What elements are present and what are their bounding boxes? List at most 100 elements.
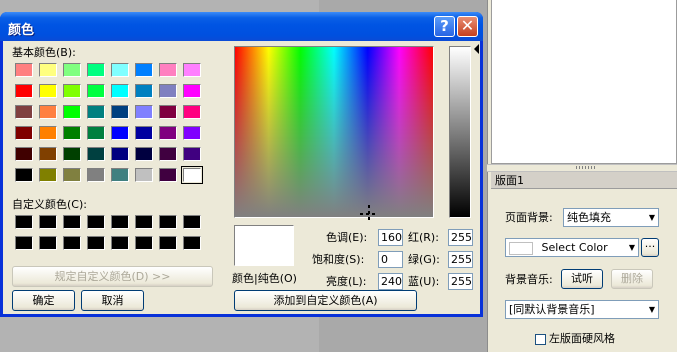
color-swatch[interactable]: [180, 233, 204, 254]
color-swatch[interactable]: [36, 144, 60, 165]
color-swatch[interactable]: [60, 60, 84, 81]
color-swatch[interactable]: [132, 233, 156, 254]
swatch-fill: [87, 126, 105, 140]
color-swatch[interactable]: [156, 81, 180, 102]
select-color-dropdown[interactable]: Select Color ▼: [505, 238, 639, 257]
color-swatch[interactable]: [132, 81, 156, 102]
swatch-fill: [15, 168, 33, 182]
swatch-fill: [111, 84, 129, 98]
swatch-fill: [63, 215, 81, 229]
color-swatch[interactable]: [180, 60, 204, 81]
color-swatch[interactable]: [132, 102, 156, 123]
color-solid-label[interactable]: 颜色|纯色(O): [232, 272, 297, 285]
swatch-fill: [159, 63, 177, 77]
luminance-arrow-icon[interactable]: [474, 44, 479, 54]
add-to-custom-colors-button[interactable]: 添加到自定义颜色(A): [234, 290, 417, 311]
color-swatch[interactable]: [156, 123, 180, 144]
cancel-button[interactable]: 取消: [81, 290, 144, 311]
color-swatch[interactable]: [132, 60, 156, 81]
luminance-slider[interactable]: [449, 46, 471, 218]
color-swatch[interactable]: [12, 233, 36, 254]
color-swatch[interactable]: [60, 212, 84, 233]
color-swatch[interactable]: [180, 165, 204, 186]
color-swatch[interactable]: [60, 102, 84, 123]
color-swatch[interactable]: [156, 165, 180, 186]
color-swatch[interactable]: [12, 123, 36, 144]
color-swatch[interactable]: [12, 102, 36, 123]
swatch-fill: [135, 236, 153, 250]
color-swatch[interactable]: [84, 144, 108, 165]
color-swatch[interactable]: [36, 165, 60, 186]
color-swatch[interactable]: [132, 212, 156, 233]
green-input[interactable]: 255: [448, 251, 473, 268]
ok-button[interactable]: 确定: [12, 290, 75, 311]
color-swatch[interactable]: [12, 60, 36, 81]
page-bg-dropdown[interactable]: 纯色填充 ▼: [563, 208, 659, 227]
left-style-checkbox[interactable]: [535, 334, 546, 345]
color-swatch[interactable]: [180, 81, 204, 102]
color-swatch[interactable]: [84, 212, 108, 233]
delete-button[interactable]: 删除: [611, 269, 653, 289]
color-swatch[interactable]: [60, 81, 84, 102]
left-style-label: 左版面硬风格: [549, 332, 615, 345]
red-input[interactable]: 255: [448, 229, 473, 246]
color-swatch[interactable]: [12, 81, 36, 102]
color-swatch[interactable]: [36, 60, 60, 81]
define-custom-colors-button[interactable]: 规定自定义颜色(D) >>: [12, 266, 213, 287]
title-bar[interactable]: 颜色 ? ✕: [0, 12, 483, 41]
help-button[interactable]: ?: [434, 16, 455, 37]
color-swatch[interactable]: [156, 233, 180, 254]
color-swatch[interactable]: [108, 212, 132, 233]
color-swatch[interactable]: [108, 102, 132, 123]
color-swatch[interactable]: [156, 60, 180, 81]
hue-input[interactable]: 160: [378, 229, 403, 246]
color-swatch[interactable]: [108, 123, 132, 144]
color-swatch[interactable]: [84, 60, 108, 81]
color-swatch[interactable]: [36, 212, 60, 233]
color-swatch[interactable]: [180, 144, 204, 165]
color-swatch[interactable]: [12, 212, 36, 233]
color-swatch[interactable]: [84, 81, 108, 102]
color-swatch[interactable]: [108, 233, 132, 254]
swatch-fill: [111, 126, 129, 140]
color-swatch[interactable]: [60, 123, 84, 144]
color-swatch[interactable]: [60, 165, 84, 186]
color-swatch[interactable]: [108, 165, 132, 186]
color-swatch[interactable]: [180, 102, 204, 123]
listen-button[interactable]: 试听: [561, 269, 603, 289]
lum-input[interactable]: 240: [378, 273, 403, 290]
color-swatch[interactable]: [36, 123, 60, 144]
blue-input[interactable]: 255: [448, 273, 473, 290]
color-swatch[interactable]: [60, 233, 84, 254]
color-swatch[interactable]: [108, 60, 132, 81]
color-swatch[interactable]: [156, 144, 180, 165]
color-swatch[interactable]: [12, 165, 36, 186]
color-swatch[interactable]: [180, 123, 204, 144]
music-dropdown[interactable]: [同默认背景音乐] ▼: [505, 300, 659, 319]
color-swatch[interactable]: [180, 212, 204, 233]
color-swatch[interactable]: [36, 102, 60, 123]
sat-input[interactable]: 0: [378, 251, 403, 268]
swatch-fill: [183, 126, 201, 140]
color-swatch[interactable]: [60, 144, 84, 165]
color-swatch[interactable]: [84, 123, 108, 144]
color-swatch[interactable]: [36, 233, 60, 254]
color-swatch[interactable]: [156, 102, 180, 123]
color-swatch[interactable]: [156, 212, 180, 233]
color-spectrum[interactable]: [234, 46, 434, 218]
color-swatch[interactable]: [132, 123, 156, 144]
color-swatch[interactable]: [108, 81, 132, 102]
color-swatch[interactable]: [108, 144, 132, 165]
color-swatch[interactable]: [132, 165, 156, 186]
bg-music-label: 背景音乐:: [505, 273, 553, 286]
color-swatch[interactable]: [84, 102, 108, 123]
color-swatch[interactable]: [36, 81, 60, 102]
color-swatch[interactable]: [132, 144, 156, 165]
color-swatch[interactable]: [84, 233, 108, 254]
color-swatch[interactable]: [84, 165, 108, 186]
swatch-fill: [159, 215, 177, 229]
more-button[interactable]: ···: [641, 238, 659, 257]
color-swatch[interactable]: [12, 144, 36, 165]
close-button[interactable]: ✕: [457, 16, 478, 37]
splitter-grip[interactable]: [576, 166, 596, 169]
